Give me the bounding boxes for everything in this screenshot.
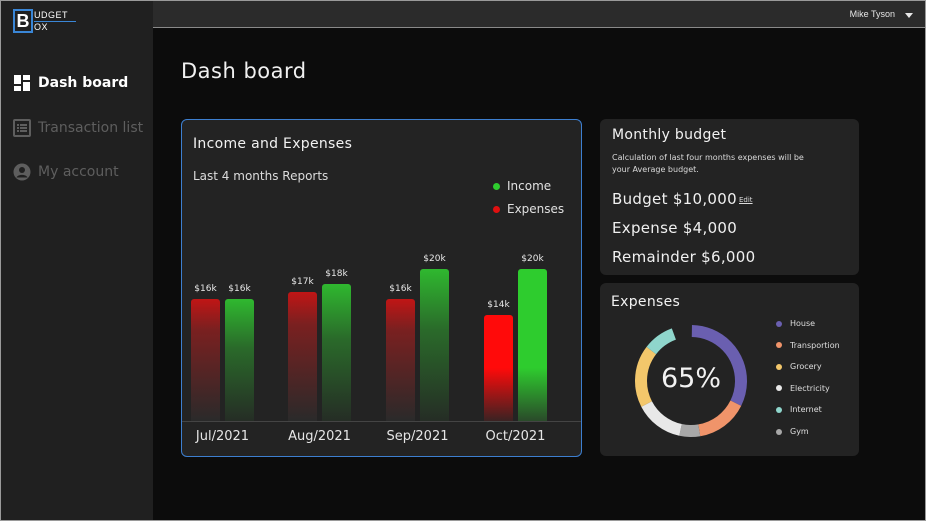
bar-value-label: $16k [228, 284, 251, 295]
bar-value-label: $20k [423, 254, 446, 264]
budget-amount: Budget $10,000 [612, 190, 737, 208]
x-tick-label: Oct/2021 [485, 429, 546, 444]
donut-center-percentage: 65% [660, 363, 721, 394]
bar-value-label: $16k [389, 284, 412, 295]
legend-label: Internet [790, 405, 822, 415]
bar-value-label: $14k [487, 299, 510, 310]
legend-item-internet: Internet [776, 405, 822, 414]
bar-value-label: $18k [325, 269, 348, 280]
dashboard-icon [14, 75, 30, 91]
remainder-amount: Remainder $6,000 [612, 248, 756, 266]
sidebar-item-dashboard[interactable]: Dash board [13, 72, 128, 94]
card-title: Expenses [611, 294, 681, 310]
expenses-card: Expenses 65% House Transportion Grocery Ele… [600, 283, 859, 456]
top-bar: Mike Tyson [153, 1, 925, 28]
x-tick-label: Sep/2021 [386, 429, 449, 444]
bar-income[interactable] [225, 299, 254, 421]
legend-dot [776, 385, 782, 392]
sidebar-item-label: My account [38, 164, 119, 180]
legend-dot-expenses [493, 205, 500, 213]
legend-label: Gym [790, 427, 809, 436]
legend-item-grocery: Grocery [776, 362, 822, 371]
legend-label: Transportion [790, 340, 840, 350]
sidebar-item-label: Transaction list [38, 120, 144, 136]
page-title: Dash board [181, 59, 307, 83]
app-logo[interactable]: B UDGET OX [13, 9, 83, 35]
legend-item-transportion: Transportion [776, 341, 840, 350]
bar-expenses[interactable] [191, 299, 220, 421]
expense-amount: Expense $4,000 [612, 219, 738, 237]
legend-income: Income [493, 179, 551, 193]
bar-expenses[interactable] [386, 299, 415, 421]
account-icon [13, 163, 31, 181]
sidebar-item-transaction-list[interactable]: Transaction list [13, 117, 143, 139]
bar-expenses[interactable] [288, 291, 317, 421]
card-subtitle: Last 4 months Reports [193, 169, 329, 183]
legend-item-gym: Gym [776, 427, 809, 436]
legend-label: Grocery [790, 362, 822, 372]
legend-dot [776, 320, 782, 327]
legend-item-house: House [776, 319, 815, 328]
legend-label: Income [507, 179, 552, 193]
list-icon [13, 119, 31, 137]
legend-label: Expenses [507, 202, 565, 216]
chevron-down-icon[interactable] [905, 13, 913, 18]
card-title: Income and Expenses [193, 136, 353, 152]
bar-income[interactable] [322, 284, 351, 421]
user-name[interactable]: Mike Tyson [850, 9, 895, 19]
legend-dot [776, 428, 782, 435]
sidebar: B UDGET OX Dash board Transaction list M… [1, 1, 153, 520]
legend-label: Electricity [790, 383, 830, 393]
legend-item-electricity: Electricity [776, 384, 830, 393]
x-axis-line [182, 421, 581, 422]
bar-income[interactable] [420, 269, 449, 421]
legend-dot [776, 406, 782, 413]
legend-label: House [790, 319, 816, 328]
edit-budget-link[interactable]: Edit [739, 196, 753, 204]
x-tick-label: Jul/2021 [195, 429, 250, 444]
bar-expenses[interactable] [484, 314, 513, 421]
bar-value-label: $20k [521, 254, 544, 264]
legend-dot [776, 363, 782, 370]
legend-dot [776, 342, 782, 349]
card-title: Monthly budget [612, 127, 727, 143]
income-expenses-card: Income and Expenses Last 4 months Report… [181, 119, 582, 457]
sidebar-item-my-account[interactable]: My account [13, 161, 119, 183]
monthly-budget-card: Monthly budget Calculation of last four … [600, 119, 859, 275]
logo-text-line2: OX [34, 22, 49, 32]
legend-dot-income [493, 182, 500, 190]
x-tick-label: Aug/2021 [288, 429, 351, 444]
sidebar-item-label: Dash board [38, 75, 129, 91]
logo-text-line1: UDGET [34, 10, 68, 20]
legend-expenses: Expenses [493, 202, 564, 216]
logo-letter: B [13, 9, 33, 33]
budget-description: Calculation of last four months expenses… [612, 153, 804, 174]
bar-income[interactable] [518, 269, 547, 421]
